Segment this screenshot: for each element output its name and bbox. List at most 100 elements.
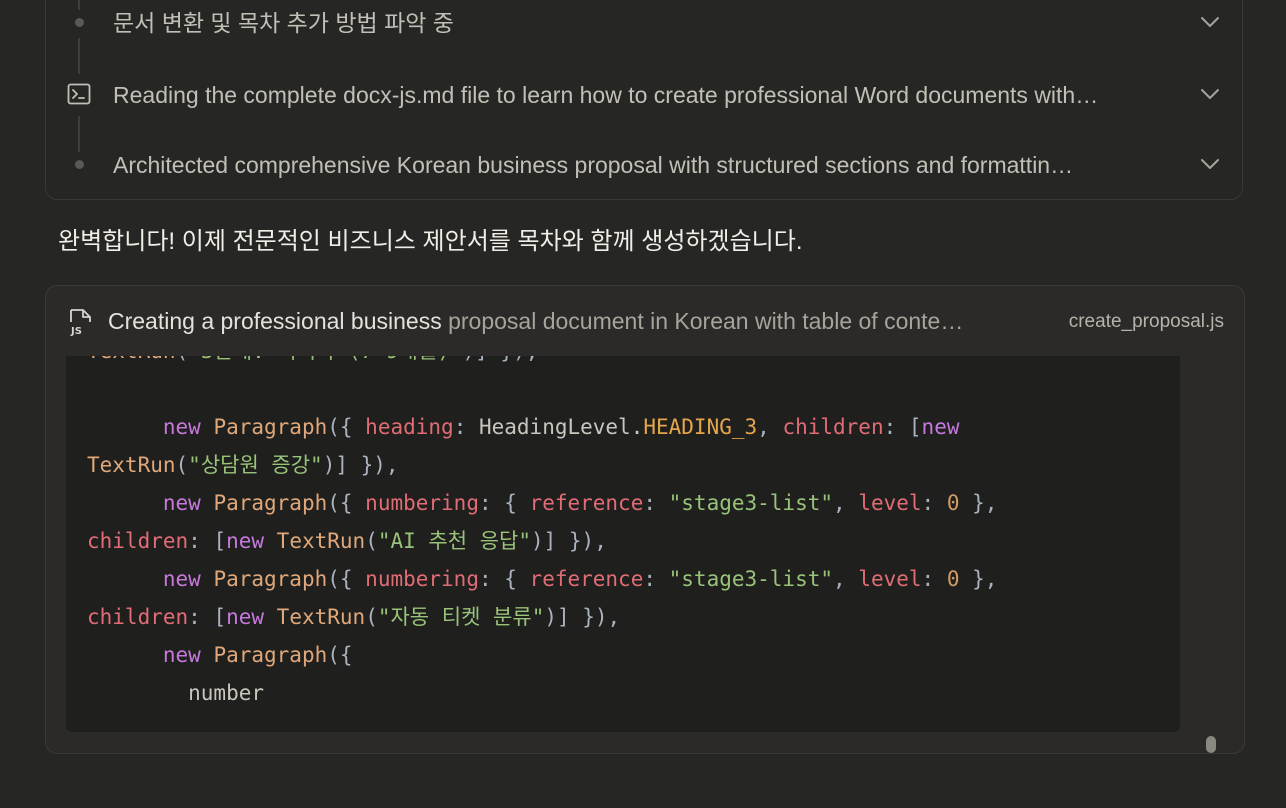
thinking-step[interactable]: Architected comprehensive Korean busines… — [0, 144, 1244, 184]
code-token: number — [87, 681, 265, 705]
code-token: TextRun — [276, 605, 366, 629]
code-token: ({ — [327, 415, 366, 439]
code-token: children — [87, 529, 189, 553]
code-token: ( — [175, 453, 189, 477]
code-token: children — [87, 605, 189, 629]
code-token: )] }), — [544, 605, 621, 629]
code-line: number — [87, 674, 997, 712]
code-token: TextRun — [87, 453, 176, 477]
code-token: }, — [959, 567, 998, 591]
code-token: Paragraph — [213, 643, 328, 667]
step-label: Reading the complete docx-js.md file to … — [113, 82, 1099, 108]
code-line: TextRun("상담원 증강")] }), — [87, 446, 997, 484]
chat-view: 문서 변환 및 목차 추가 방법 파악 중 Reading the comple… — [0, 0, 1286, 808]
code-token: heading — [365, 415, 454, 439]
dot-icon — [74, 17, 84, 27]
code-token: TextRun — [87, 356, 176, 363]
artifact-filename[interactable]: create_proposal.js — [1069, 310, 1224, 334]
code-token: )] }), — [463, 356, 539, 363]
code-token: "자동 티켓 분류" — [377, 605, 545, 629]
code-token: 0 — [946, 567, 960, 591]
code-token: new — [162, 567, 214, 591]
code-token: Paragraph — [213, 491, 328, 515]
code-token: "stage3-list" — [668, 491, 834, 515]
code-token: 0 — [946, 491, 960, 515]
code-token: "stage3-list" — [668, 567, 834, 591]
code-line: children: [new TextRun("AI 추천 응답")] }), — [87, 522, 997, 560]
code-line: children: [new TextRun("자동 티켓 분류")] }), — [87, 598, 997, 636]
code-token: ({ — [327, 567, 366, 591]
assistant-message: 완벽합니다! 이제 전문적인 비즈니스 제안서를 목차와 함께 생성하겠습니다. — [58, 228, 803, 255]
code-line: new Paragraph({ numbering: { reference: … — [87, 560, 998, 598]
code-token: : [ — [188, 605, 227, 629]
terminal-icon — [67, 83, 91, 105]
code-token: : — [643, 491, 669, 515]
code-token: , — [757, 415, 783, 439]
code-token: ( — [365, 605, 378, 629]
code-token: children — [782, 415, 884, 439]
code-token: : { — [478, 491, 530, 515]
code-token: numbering — [365, 491, 479, 515]
code-lines: TextRun("3단계: 최적화 (7-9개월)")] }), new Par… — [87, 356, 997, 712]
chevron-down-icon[interactable] — [1198, 84, 1222, 104]
code-token: : — [643, 567, 669, 591]
code-token: TextRun — [276, 529, 366, 553]
artifact-title-rest: proposal document in Korean with table o… — [441, 308, 964, 334]
code-token: )] }), — [322, 453, 399, 477]
code-token: , — [833, 491, 859, 515]
code-line: TextRun("3단계: 최적화 (7-9개월)")] }), — [87, 356, 997, 370]
code-block[interactable]: TextRun("3단계: 최적화 (7-9개월)")] }), new Par… — [66, 356, 1180, 732]
code-token: )] }), — [530, 529, 607, 553]
code-token: new — [162, 415, 214, 439]
code-token: Paragraph — [213, 415, 328, 439]
svg-text:JS: JS — [70, 326, 82, 336]
code-token: new — [162, 643, 214, 667]
artifact-header[interactable]: JS Creating a professional business prop… — [46, 286, 1244, 356]
code-line: new Paragraph({ numbering: { reference: … — [87, 484, 998, 522]
thinking-step[interactable]: Reading the complete docx-js.md file to … — [0, 74, 1244, 114]
code-token: level — [858, 491, 922, 515]
chevron-down-icon[interactable] — [1198, 12, 1222, 32]
code-token: : — [453, 415, 479, 439]
step-label: Architected comprehensive Korean busines… — [113, 152, 1074, 178]
scrollbar-thumb[interactable] — [1206, 736, 1216, 753]
artifact-card[interactable]: JS Creating a professional business prop… — [45, 285, 1245, 754]
code-token: , — [833, 567, 859, 591]
code-token: level — [858, 567, 922, 591]
code-token: HeadingLevel. — [478, 415, 644, 439]
artifact-title-strong: Creating a professional business — [108, 308, 442, 334]
code-token: "상담원 증강" — [188, 453, 323, 477]
code-token: ({ — [327, 491, 366, 515]
code-token: Paragraph — [213, 567, 328, 591]
code-token: numbering — [365, 567, 479, 591]
chevron-down-icon[interactable] — [1198, 154, 1222, 174]
thinking-step[interactable]: 문서 변환 및 목차 추가 방법 파악 중 — [0, 2, 1244, 42]
code-token: new — [226, 529, 277, 553]
code-token: : [ — [883, 415, 922, 439]
code-token: new — [162, 491, 214, 515]
code-token: ( — [365, 529, 378, 553]
code-token: : { — [478, 567, 530, 591]
step-marker — [64, 150, 94, 178]
step-marker — [64, 8, 94, 36]
code-token: ({ — [327, 643, 353, 667]
step-marker — [64, 80, 94, 108]
code-line: new Paragraph({ — [87, 636, 997, 674]
code-token: : [ — [188, 529, 227, 553]
code-token: reference — [529, 491, 644, 515]
code-token: new — [226, 605, 277, 629]
dot-icon — [74, 159, 84, 169]
code-token: new — [921, 415, 960, 439]
step-label: 문서 변환 및 목차 추가 방법 파악 중 — [113, 10, 454, 36]
code-token: reference — [529, 567, 644, 591]
js-file-icon: JS — [70, 309, 91, 336]
code-token: : — [921, 567, 947, 591]
code-token: "AI 추천 응답" — [377, 529, 531, 553]
code-token: "3단계: 최적화 (7-9개월)" — [188, 356, 462, 363]
code-token: }, — [959, 491, 998, 515]
